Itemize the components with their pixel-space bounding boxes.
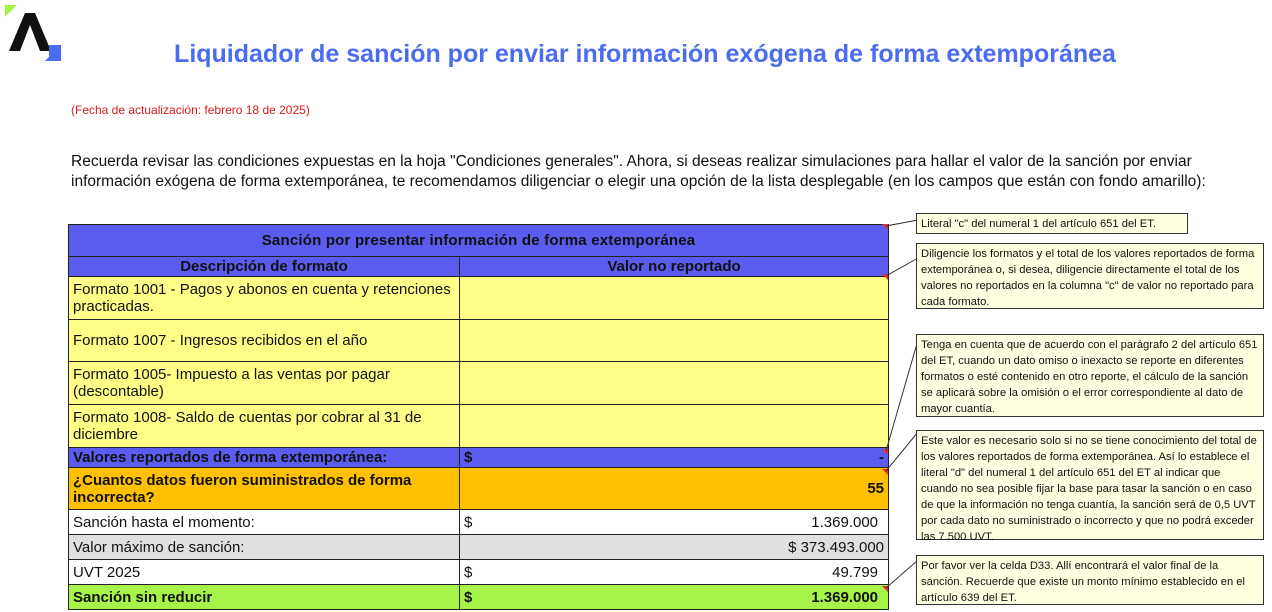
sanction-total-label: Sanción sin reducir	[68, 584, 460, 610]
update-date: (Fecha de actualización: febrero 18 de 2…	[71, 103, 310, 117]
format-1008-label: Formato 1008- Saldo de cuentas por cobra…	[68, 404, 460, 448]
format-1005-label: Formato 1005- Impuesto a las ventas por …	[68, 361, 460, 405]
page-title: Liquidador de sanción por enviar informa…	[174, 40, 1116, 68]
format-1001-input[interactable]	[458, 276, 890, 320]
reported-label: Valores reportados de forma extemporánea…	[68, 447, 460, 468]
format-1008-input[interactable]	[458, 404, 890, 448]
format-1001-label: Formato 1001 - Pagos y abonos en cuenta …	[68, 276, 460, 320]
count-label: ¿Cuantos datos fueron suministrados de f…	[68, 467, 460, 510]
col-description-header: Descripción de formato	[68, 256, 460, 277]
table-title: Sanción por presentar información de for…	[67, 224, 890, 257]
reported-value[interactable]: $ -	[458, 447, 890, 468]
comment-note-2: Diligencie los formatos y el total de lo…	[916, 243, 1264, 309]
format-1007-label: Formato 1007 - Ingresos recibidos en el …	[68, 319, 460, 362]
comment-note-4: Este valor es necesario solo si no se ti…	[916, 430, 1264, 543]
format-1005-input[interactable]	[458, 361, 890, 405]
sanction-so-far-value: $1.369.000	[458, 509, 890, 535]
format-1007-input[interactable]	[458, 319, 890, 362]
intro-text: Recuerda revisar las condiciones expuest…	[71, 153, 1206, 190]
uvt-label: UVT 2025	[68, 559, 460, 585]
comment-note-5: Por favor ver la celda D33. Allí encontr…	[916, 555, 1264, 605]
col-value-header: Valor no reportado	[458, 256, 890, 277]
comment-note-1: Literal "c" del numeral 1 del artículo 6…	[916, 213, 1188, 234]
count-input[interactable]: 55	[458, 467, 890, 510]
sanction-total-value: $1.369.000	[458, 584, 890, 610]
sanction-table: Sanción por presentar información de for…	[67, 224, 890, 610]
max-sanction-value: $ 373.493.000	[458, 534, 890, 560]
sanction-so-far-label: Sanción hasta el momento:	[68, 509, 460, 535]
uvt-value: $49.799	[458, 559, 890, 585]
comment-note-3: Tenga en cuenta que de acuerdo con el pa…	[916, 334, 1264, 417]
max-sanction-label: Valor máximo de sanción:	[68, 534, 460, 560]
